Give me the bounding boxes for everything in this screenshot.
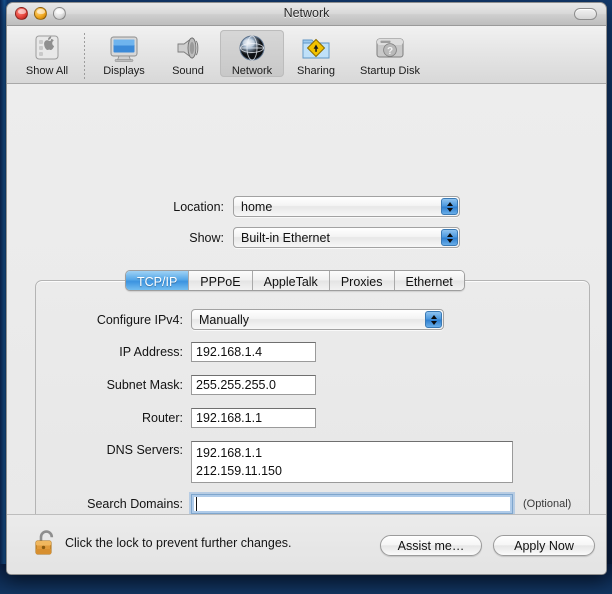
subnet-mask-row: Subnet Mask: 255.255.255.0 (43, 375, 316, 395)
dns-server-entry: 212.159.11.150 (196, 464, 282, 478)
subnet-mask-field[interactable]: 255.255.255.0 (191, 375, 316, 395)
toolbar-toggle-button[interactable] (574, 8, 597, 20)
tab-ethernet[interactable]: Ethernet (394, 271, 464, 290)
search-domains-label: Search Domains: (87, 497, 183, 511)
dns-servers-label: DNS Servers: (106, 443, 183, 457)
toolbar-item-label: Sharing (297, 65, 335, 77)
tab-bar: TCP/IP PPPoE AppleTalk Proxies Ethernet (125, 270, 465, 291)
search-domains-row: Search Domains: (Optional) (43, 494, 571, 514)
search-domains-hint: (Optional) (523, 498, 572, 510)
configure-ipv4-popup-button[interactable]: Manually (191, 309, 444, 330)
router-row: Router: 192.168.1.1 (43, 408, 316, 428)
router-label: Router: (142, 411, 183, 425)
sound-icon (172, 32, 204, 64)
configure-ipv4-row: Configure IPv4: Manually (43, 309, 444, 330)
toolbar-item-label: Show All (25, 65, 69, 77)
svg-text:?: ? (387, 46, 393, 57)
location-row: Location: home (162, 196, 460, 217)
show-label: Show: (189, 230, 224, 245)
unlocked-padlock-icon[interactable] (34, 528, 60, 558)
dns-servers-row: DNS Servers: 192.168.1.1 212.159.11.150 (43, 441, 513, 483)
dns-servers-field[interactable]: 192.168.1.1 212.159.11.150 (191, 441, 513, 483)
subnet-mask-label: Subnet Mask: (106, 378, 183, 392)
chevron-updown-icon[interactable] (425, 311, 442, 328)
ip-address-value: 192.168.1.4 (196, 345, 263, 359)
toolbar-item-sound[interactable]: Sound (156, 30, 220, 77)
ip-address-row: IP Address: 192.168.1.4 (43, 342, 316, 362)
window-footer: Click the lock to prevent further change… (7, 514, 606, 574)
startup-disk-icon: ? (374, 32, 406, 64)
window-titlebar[interactable]: Network (7, 3, 606, 26)
location-label: Location: (173, 199, 224, 214)
assist-me-button[interactable]: Assist me… (380, 535, 482, 556)
toolbar-item-network[interactable]: Network (220, 30, 284, 77)
toolbar-item-startup-disk[interactable]: ? Startup Disk (348, 30, 432, 77)
subnet-mask-value: 255.255.255.0 (196, 378, 276, 392)
router-field[interactable]: 192.168.1.1 (191, 408, 316, 428)
configure-ipv4-label: Configure IPv4: (96, 312, 183, 327)
text-cursor (196, 497, 197, 511)
preferences-toolbar: Show All Displays Sound Network Sharing … (7, 26, 606, 84)
location-popup-button[interactable]: home (233, 196, 460, 217)
displays-icon (108, 32, 140, 64)
search-domains-field[interactable] (191, 494, 513, 514)
configure-ipv4-value: Manually (199, 312, 250, 327)
dns-server-entry: 192.168.1.1 (196, 446, 263, 460)
lock-instruction-text: Click the lock to prevent further change… (65, 536, 292, 550)
location-value: home (241, 199, 273, 214)
show-popup-button[interactable]: Built-in Ethernet (233, 227, 460, 248)
preferences-content: Location: home Show: Built-in Ethernet C… (7, 84, 606, 574)
toolbar-item-sharing[interactable]: Sharing (284, 30, 348, 77)
show-value: Built-in Ethernet (241, 230, 330, 245)
toolbar-item-displays[interactable]: Displays (92, 30, 156, 77)
window-title: Network (283, 6, 330, 20)
toolbar-item-show-all[interactable]: Show All (15, 30, 79, 77)
tab-tcp-ip[interactable]: TCP/IP (126, 271, 190, 290)
toolbar-item-label: Displays (103, 65, 145, 77)
toolbar-separator (84, 33, 85, 79)
sharing-folder-icon (300, 32, 332, 64)
tab-proxies[interactable]: Proxies (329, 271, 395, 290)
toolbar-item-label: Network (231, 65, 273, 77)
show-all-icon (31, 32, 63, 64)
network-globe-icon (236, 32, 268, 64)
chevron-updown-icon[interactable] (441, 198, 458, 215)
show-row: Show: Built-in Ethernet (162, 227, 460, 248)
tab-pppoe[interactable]: PPPoE (189, 271, 253, 290)
toolbar-item-label: Startup Disk (360, 65, 420, 77)
chevron-updown-icon[interactable] (441, 229, 458, 246)
router-value: 192.168.1.1 (196, 411, 263, 425)
ip-address-field[interactable]: 192.168.1.4 (191, 342, 316, 362)
ip-address-label: IP Address: (119, 345, 183, 359)
apply-now-button[interactable]: Apply Now (493, 535, 595, 556)
network-preferences-window: Network Show All Displays Sound Network … (6, 2, 607, 575)
tab-appletalk[interactable]: AppleTalk (252, 271, 330, 290)
toolbar-item-label: Sound (172, 65, 204, 77)
